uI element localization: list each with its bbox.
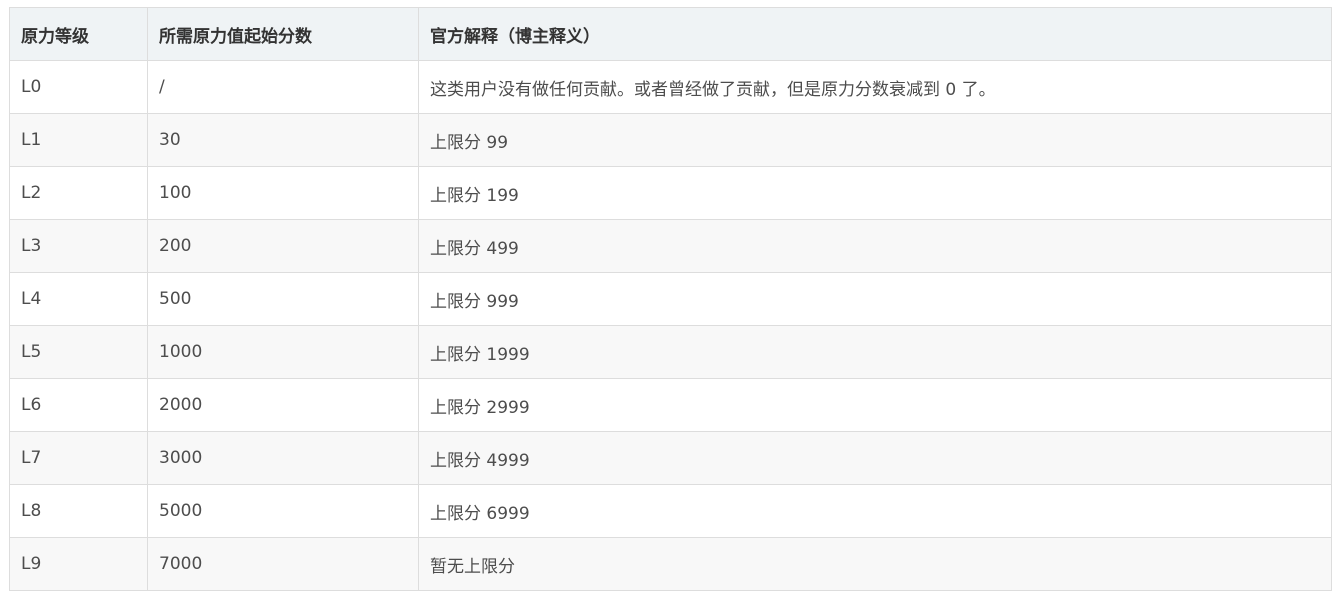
table-row: L4 500 上限分 999: [9, 272, 1332, 326]
table-row: L2 100 上限分 199: [9, 166, 1332, 220]
cell-start-score: 7000: [147, 537, 419, 591]
table-row: L3 200 上限分 499: [9, 219, 1332, 273]
level-table-container: 原力等级 所需原力值起始分数 官方解释（博主释义） L0 / 这类用户没有做任何…: [9, 7, 1332, 591]
cell-explanation: 上限分 1999: [418, 325, 1332, 379]
header-start-score: 所需原力值起始分数: [147, 7, 419, 61]
table-header: 原力等级 所需原力值起始分数 官方解释（博主释义）: [9, 7, 1332, 61]
cell-start-score: 200: [147, 219, 419, 273]
cell-explanation: 上限分 499: [418, 219, 1332, 273]
header-level: 原力等级: [9, 7, 148, 61]
header-explanation: 官方解释（博主释义）: [418, 7, 1332, 61]
cell-level: L5: [9, 325, 148, 379]
table-row: L8 5000 上限分 6999: [9, 484, 1332, 538]
table-row: L5 1000 上限分 1999: [9, 325, 1332, 379]
cell-explanation: 这类用户没有做任何贡献。或者曾经做了贡献，但是原力分数衰减到 0 了。: [418, 60, 1332, 114]
cell-start-score: 30: [147, 113, 419, 167]
cell-level: L2: [9, 166, 148, 220]
cell-level: L3: [9, 219, 148, 273]
cell-level: L0: [9, 60, 148, 114]
cell-level: L8: [9, 484, 148, 538]
cell-start-score: 2000: [147, 378, 419, 432]
cell-start-score: 1000: [147, 325, 419, 379]
cell-level: L7: [9, 431, 148, 485]
table-header-row: 原力等级 所需原力值起始分数 官方解释（博主释义）: [9, 7, 1332, 61]
cell-start-score: 100: [147, 166, 419, 220]
cell-start-score: 5000: [147, 484, 419, 538]
table-row: L6 2000 上限分 2999: [9, 378, 1332, 432]
cell-level: L9: [9, 537, 148, 591]
cell-start-score: /: [147, 60, 419, 114]
level-table: 原力等级 所需原力值起始分数 官方解释（博主释义） L0 / 这类用户没有做任何…: [9, 7, 1332, 591]
cell-start-score: 500: [147, 272, 419, 326]
cell-level: L6: [9, 378, 148, 432]
cell-explanation: 上限分 99: [418, 113, 1332, 167]
cell-level: L1: [9, 113, 148, 167]
table-row: L1 30 上限分 99: [9, 113, 1332, 167]
cell-level: L4: [9, 272, 148, 326]
cell-explanation: 上限分 999: [418, 272, 1332, 326]
cell-explanation: 上限分 2999: [418, 378, 1332, 432]
table-row: L9 7000 暂无上限分: [9, 537, 1332, 591]
cell-explanation: 上限分 199: [418, 166, 1332, 220]
cell-explanation: 上限分 6999: [418, 484, 1332, 538]
table-row: L7 3000 上限分 4999: [9, 431, 1332, 485]
table-body: L0 / 这类用户没有做任何贡献。或者曾经做了贡献，但是原力分数衰减到 0 了。…: [9, 60, 1332, 591]
cell-start-score: 3000: [147, 431, 419, 485]
cell-explanation: 暂无上限分: [418, 537, 1332, 591]
cell-explanation: 上限分 4999: [418, 431, 1332, 485]
table-row: L0 / 这类用户没有做任何贡献。或者曾经做了贡献，但是原力分数衰减到 0 了。: [9, 60, 1332, 114]
